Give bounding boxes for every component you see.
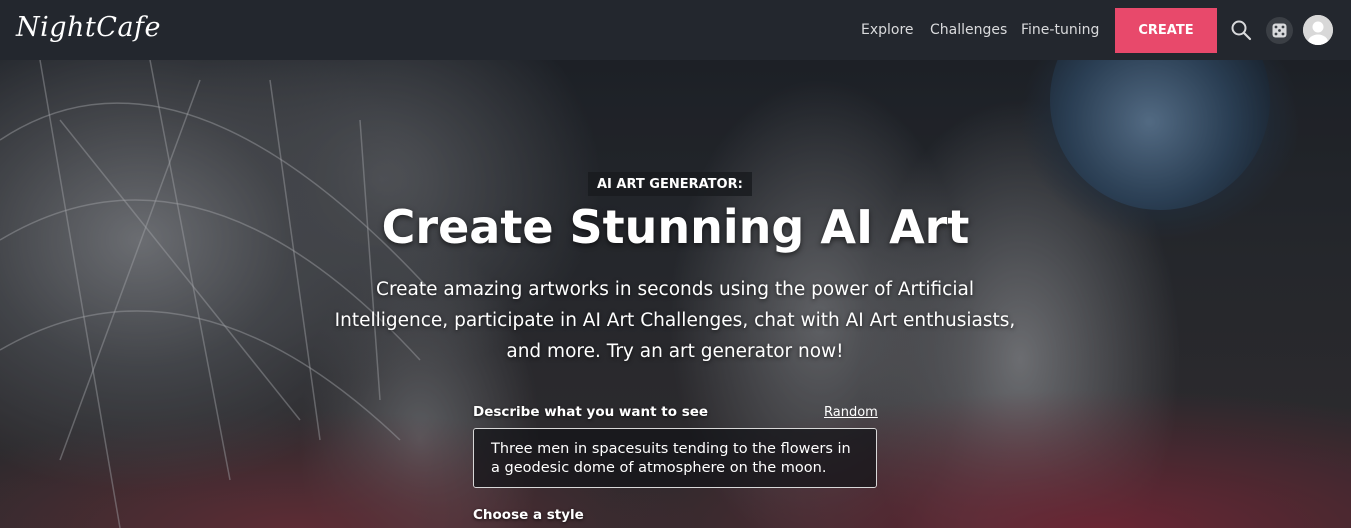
top-navigation-bar: NightCafe Explore Challenges Fine-tuning… bbox=[0, 0, 1351, 60]
create-button[interactable]: CREATE bbox=[1115, 8, 1217, 53]
prompt-label: Describe what you want to see bbox=[473, 404, 709, 420]
hero-subtitle: Create amazing artworks in seconds using… bbox=[334, 279, 1016, 362]
nav-fine-tuning-link[interactable]: Fine-tuning bbox=[1021, 22, 1099, 38]
random-prompt-link[interactable]: Random bbox=[824, 405, 878, 420]
prompt-input[interactable]: Three men in spacesuits tending to the f… bbox=[473, 428, 877, 488]
nav-challenges-link[interactable]: Challenges bbox=[930, 22, 1007, 38]
dice-icon[interactable] bbox=[1266, 17, 1293, 44]
user-avatar[interactable] bbox=[1303, 15, 1333, 45]
nav-explore-link[interactable]: Explore bbox=[861, 22, 914, 38]
hero-section: AI ART GENERATOR: Create Stunning AI Art… bbox=[0, 60, 1351, 528]
search-icon[interactable] bbox=[1229, 18, 1253, 42]
choose-style-label: Choose a style bbox=[473, 507, 584, 523]
hero-title: Create Stunning AI Art bbox=[381, 200, 970, 254]
nightcafe-logo[interactable]: NightCafe bbox=[16, 12, 161, 43]
ai-art-generator-badge: AI ART GENERATOR: bbox=[588, 172, 752, 196]
